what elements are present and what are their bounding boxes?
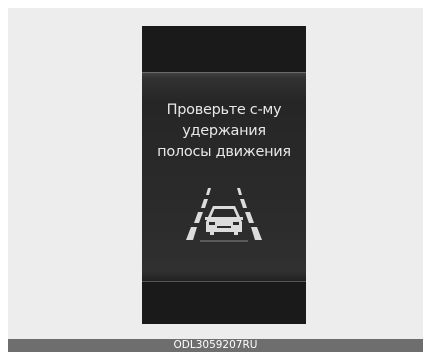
warning-message-line-1: Проверьте с-му (166, 102, 282, 118)
warning-message-line-3: полосы движения (157, 144, 291, 160)
band-divider-bottom (142, 281, 306, 282)
lane-keeping-assist-icon (186, 188, 262, 242)
cluster-display: Проверьте с-му удержания полосы движения (142, 26, 306, 324)
figure-caption: ODL3059207RU (8, 339, 423, 352)
warning-message: Проверьте с-му удержания полосы движения (142, 100, 306, 163)
warning-message-line-2: удержания (182, 123, 266, 139)
band-divider-top (142, 72, 306, 73)
